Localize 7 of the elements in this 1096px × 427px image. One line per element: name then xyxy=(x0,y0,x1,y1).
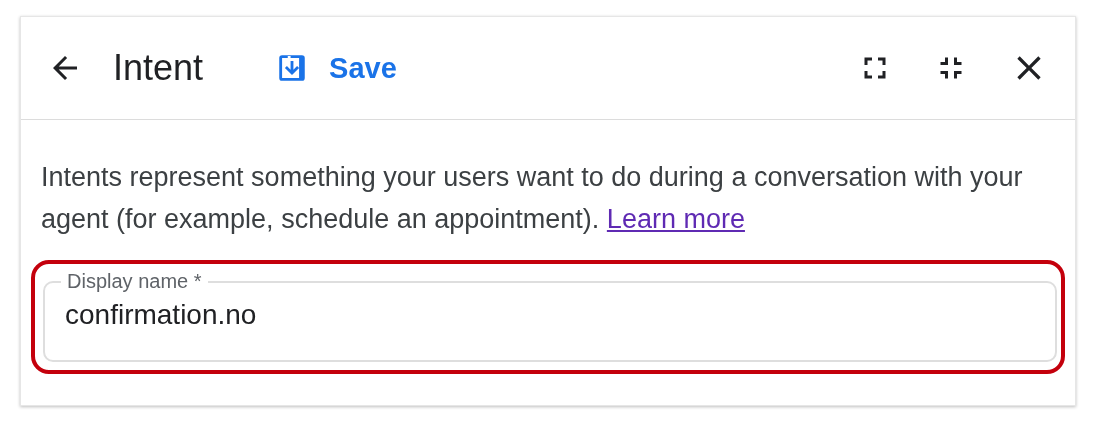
display-name-field[interactable]: Display name * confirmation.no xyxy=(43,270,1057,362)
intent-description: Intents represent something your users want to do during a conversation with your agent (for example, schedule an appointment). Learn more xyxy=(41,161,1024,236)
learn-more-link[interactable]: Learn more xyxy=(606,204,745,234)
field-label: Display name * xyxy=(66,270,203,293)
display-name-input[interactable]: confirmation.no xyxy=(65,293,1035,331)
save-button[interactable]: Save xyxy=(275,51,397,85)
panel-title: Intent xyxy=(113,47,204,89)
